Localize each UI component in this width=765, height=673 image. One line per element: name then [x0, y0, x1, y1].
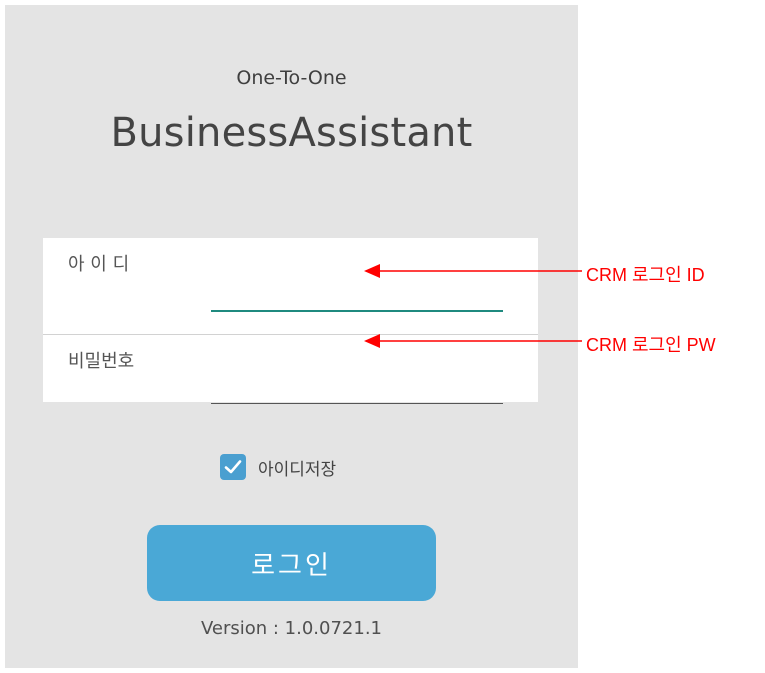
id-callout-label: CRM 로그인 ID — [586, 265, 705, 285]
pw-callout-arrow — [364, 334, 582, 348]
pw-callout-label: CRM 로그인 PW — [586, 335, 716, 355]
id-callout-arrow — [364, 264, 582, 278]
